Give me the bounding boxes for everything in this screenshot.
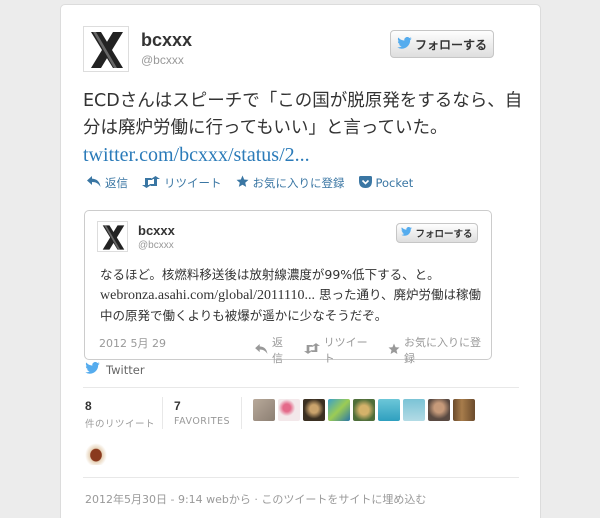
stat-divider bbox=[241, 397, 242, 429]
quoted-tweet-link[interactable]: webronza.asahi.com/global/2011110... bbox=[100, 288, 315, 303]
stat-divider bbox=[162, 397, 163, 429]
retweet-action[interactable]: リツイート bbox=[142, 175, 222, 191]
quoted-retweet-action[interactable]: リツイート bbox=[303, 334, 378, 366]
quoted-display-name[interactable]: bcxxx bbox=[138, 223, 175, 238]
tweet-timestamp[interactable]: 2012年5月30日 - 9:14 bbox=[85, 493, 203, 506]
source-label: Twitter bbox=[106, 362, 145, 377]
retweet-icon bbox=[303, 343, 320, 357]
user-handle[interactable]: @bcxxx bbox=[141, 53, 184, 67]
quoted-reply-action[interactable]: 返信 bbox=[255, 334, 294, 366]
star-icon bbox=[388, 343, 400, 358]
twitter-bird-icon bbox=[397, 36, 412, 52]
reply-icon bbox=[87, 176, 101, 190]
favorite-label: お気に入りに登録 bbox=[252, 176, 345, 190]
quoted-follow-label: フォローする bbox=[415, 229, 473, 240]
user-avatar[interactable] bbox=[428, 399, 450, 421]
divider bbox=[83, 387, 519, 388]
embed-tweet-link[interactable]: このツイートをサイトに埋め込む bbox=[261, 493, 426, 506]
user-avatar[interactable] bbox=[278, 399, 300, 421]
retweet-icon bbox=[142, 175, 160, 191]
tweet-footer: 2012年5月30日 - 9:14 webから · このツイートをサイトに埋め込… bbox=[85, 491, 426, 507]
quoted-tweet-date[interactable]: 2012 5月 29 bbox=[99, 335, 166, 351]
tweet-card: bcxxx @bcxxx フォローする ECDさんはスピーチで「この国が脱原発を… bbox=[60, 4, 541, 518]
tweet-body: ECDさんはスピーチで「この国が脱原発をするなら、自分は廃炉労働に行ってもいい」… bbox=[83, 91, 523, 138]
user-avatar[interactable] bbox=[403, 399, 425, 421]
quoted-follow-button[interactable]: フォローする bbox=[396, 223, 478, 243]
quoted-text-before: なるほど。核燃料移送後は放射線濃度が99%低下する、と。 bbox=[100, 267, 440, 282]
source-twitter[interactable]: Twitter bbox=[85, 361, 145, 377]
retweets-label: 件のリツイート bbox=[85, 419, 156, 430]
star-icon bbox=[236, 175, 249, 191]
favorites-count: 7 bbox=[174, 399, 181, 413]
pocket-icon bbox=[358, 175, 372, 191]
user-avatar[interactable] bbox=[328, 399, 350, 421]
quoted-tweet-actions: 返信 リツイート お気に入りに登録 bbox=[255, 334, 491, 366]
quoted-user-handle[interactable]: @bcxxx bbox=[138, 240, 174, 251]
follow-label: フォローする bbox=[414, 37, 487, 52]
retweet-label: リツイート bbox=[164, 176, 222, 190]
follow-button[interactable]: フォローする bbox=[390, 30, 494, 58]
reply-icon bbox=[255, 343, 268, 357]
favorite-action[interactable]: お気に入りに登録 bbox=[236, 175, 345, 191]
divider bbox=[83, 477, 519, 478]
user-avatar[interactable] bbox=[303, 399, 325, 421]
user-avatar[interactable] bbox=[85, 443, 107, 465]
user-avatar[interactable] bbox=[378, 399, 400, 421]
avatar[interactable] bbox=[83, 26, 129, 72]
twitter-bird-icon bbox=[401, 226, 413, 239]
tweet-text: ECDさんはスピーチで「この国が脱原発をするなら、自分は廃炉労働に行ってもいい」… bbox=[83, 88, 528, 170]
pocket-action[interactable]: Pocket bbox=[358, 175, 414, 191]
tweet-actions: 返信 リツイート お気に入りに登録 Pocket bbox=[87, 175, 427, 191]
reply-action[interactable]: 返信 bbox=[87, 175, 128, 191]
quoted-avatar[interactable] bbox=[97, 221, 128, 252]
favorites-label: FAVORITES bbox=[174, 416, 231, 427]
tweet-via: webから bbox=[206, 493, 251, 506]
quoted-tweet-text: なるほど。核燃料移送後は放射線濃度が99%低下する、と。 webronza.as… bbox=[100, 265, 485, 326]
user-avatar[interactable] bbox=[453, 399, 475, 421]
retweets-count: 8 bbox=[85, 399, 92, 413]
favorites-stat[interactable]: 7 FAVORITES bbox=[174, 399, 230, 427]
quoted-tweet[interactable]: bcxxx @bcxxx フォローする なるほど。核燃料移送後は放射線濃度が99… bbox=[84, 210, 492, 365]
favoriter-avatars bbox=[253, 399, 475, 421]
pocket-label: Pocket bbox=[375, 176, 414, 190]
quoted-favorite-action[interactable]: お気に入りに登録 bbox=[388, 334, 491, 366]
user-avatar[interactable] bbox=[353, 399, 375, 421]
display-name[interactable]: bcxxx bbox=[141, 30, 192, 51]
retweets-stat[interactable]: 8 件のリツイート bbox=[85, 399, 155, 430]
quoted-favorite-label: お気に入りに登録 bbox=[403, 336, 481, 365]
user-avatar[interactable] bbox=[253, 399, 275, 421]
quoted-reply-label: 返信 bbox=[272, 336, 283, 365]
tweet-link[interactable]: twitter.com/bcxxx/status/2... bbox=[83, 144, 310, 166]
footer-separator: · bbox=[254, 493, 258, 506]
reply-label: 返信 bbox=[105, 176, 128, 190]
twitter-bird-icon bbox=[85, 361, 100, 377]
quoted-retweet-label: リツイート bbox=[323, 336, 368, 365]
